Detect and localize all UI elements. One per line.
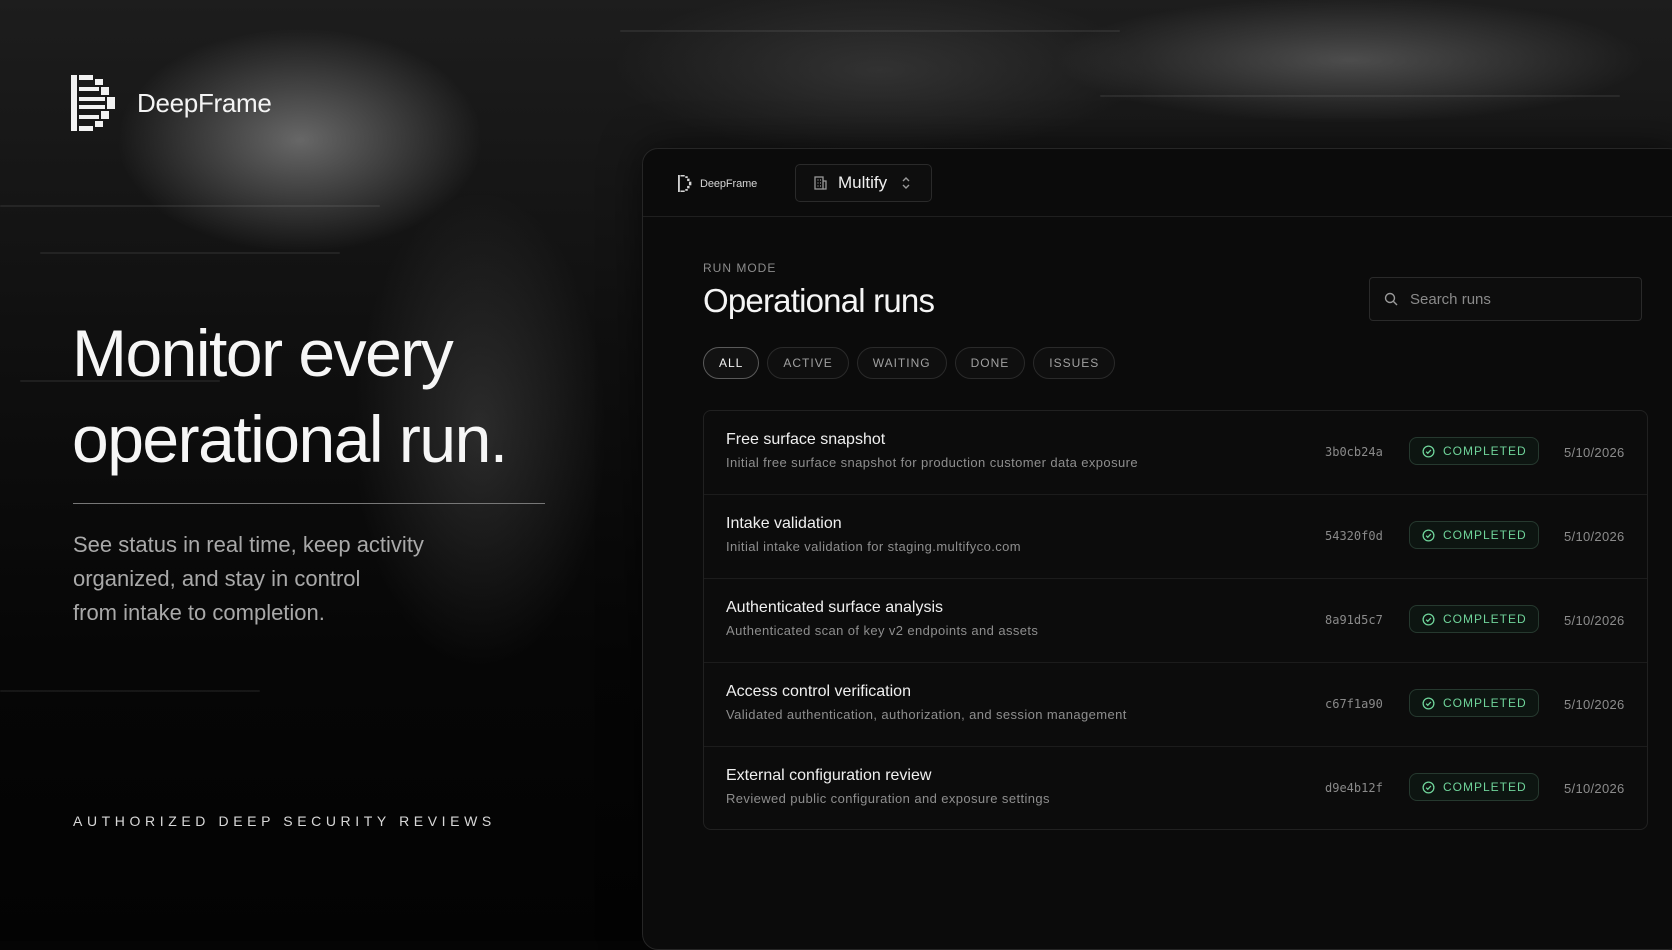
- hero-subcopy-line: from intake to completion.: [73, 600, 325, 625]
- run-row[interactable]: Authenticated surface analysis Authentic…: [704, 579, 1647, 663]
- hero-headline-line: operational run.: [72, 402, 508, 476]
- filter-active[interactable]: ACTIVE: [767, 347, 849, 379]
- run-title: Intake validation: [726, 515, 842, 532]
- status-badge: COMPLETED: [1409, 521, 1539, 549]
- check-circle-icon: [1422, 696, 1435, 710]
- run-hash: c67f1a90: [1325, 697, 1383, 711]
- run-description: Initial free surface snapshot for produc…: [726, 455, 1138, 470]
- hero-subcopy-line: See status in real time, keep activity: [73, 532, 424, 557]
- run-row[interactable]: Free surface snapshot Initial free surfa…: [704, 411, 1647, 495]
- run-row[interactable]: Intake validation Initial intake validat…: [704, 495, 1647, 579]
- deepframe-logo-icon: [71, 75, 115, 131]
- run-description: Authenticated scan of key v2 endpoints a…: [726, 623, 1039, 638]
- hero-headline-line: Monitor every: [72, 316, 454, 390]
- status-label: COMPLETED: [1443, 612, 1527, 626]
- brand-name: DeepFrame: [137, 87, 272, 118]
- app-topbar: DeepFrame Multify: [643, 149, 1672, 217]
- check-circle-icon: [1422, 528, 1435, 542]
- filter-waiting[interactable]: WAITING: [856, 347, 947, 379]
- status-label: COMPLETED: [1443, 528, 1527, 542]
- run-description: Initial intake validation for staging.mu…: [726, 539, 1021, 554]
- run-title: Authenticated surface analysis: [726, 599, 944, 616]
- page-title: Operational runs: [703, 282, 935, 319]
- status-label: COMPLETED: [1443, 780, 1527, 794]
- runs-list: Free surface snapshot Initial free surfa…: [703, 410, 1648, 830]
- hero-subcopy: See status in real time, keep activity o…: [73, 528, 513, 630]
- filter-done[interactable]: DONE: [954, 347, 1026, 379]
- brand: DeepFrame: [71, 75, 272, 131]
- workspace-switcher[interactable]: Multify: [795, 164, 932, 202]
- hero-headline: Monitor every operational run.: [72, 310, 592, 482]
- run-date: 5/10/2026: [1564, 529, 1625, 544]
- run-row[interactable]: Access control verification Validated au…: [704, 663, 1647, 747]
- run-title: Access control verification: [726, 683, 911, 700]
- run-hash: d9e4b12f: [1325, 781, 1383, 795]
- run-title: Free surface snapshot: [726, 431, 886, 448]
- search-input[interactable]: [1408, 289, 1632, 309]
- status-label: COMPLETED: [1443, 696, 1527, 710]
- run-date: 5/10/2026: [1564, 445, 1625, 460]
- building-icon: [814, 176, 827, 190]
- filter-tabs: ALL ACTIVE WAITING DONE ISSUES: [703, 347, 1116, 379]
- chevron-up-down-icon: [902, 177, 910, 189]
- app-window: DeepFrame Multify RUN MODE Operational r…: [642, 148, 1672, 950]
- filter-issues[interactable]: ISSUES: [1033, 347, 1116, 379]
- hero-subcopy-line: organized, and stay in control: [73, 566, 361, 591]
- filter-all[interactable]: ALL: [703, 347, 760, 379]
- run-title: External configuration review: [726, 767, 932, 784]
- search-icon: [1384, 292, 1398, 306]
- run-hash: 8a91d5c7: [1325, 613, 1383, 627]
- search-box[interactable]: [1369, 277, 1642, 321]
- run-hash: 54320f0d: [1325, 529, 1383, 543]
- check-circle-icon: [1422, 612, 1435, 626]
- app-brand-name: DeepFrame: [700, 177, 758, 190]
- run-date: 5/10/2026: [1564, 613, 1625, 628]
- app-brand[interactable]: DeepFrame: [678, 175, 757, 192]
- status-badge: COMPLETED: [1409, 689, 1539, 717]
- run-row[interactable]: External configuration review Reviewed p…: [704, 747, 1647, 829]
- deepframe-logo-icon: [678, 175, 692, 192]
- status-badge: COMPLETED: [1409, 605, 1539, 633]
- status-badge: COMPLETED: [1409, 773, 1539, 801]
- run-date: 5/10/2026: [1564, 697, 1625, 712]
- run-description: Validated authentication, authorization,…: [726, 707, 1127, 722]
- run-description: Reviewed public configuration and exposu…: [726, 791, 1050, 806]
- hero-divider: [73, 503, 545, 504]
- status-badge: COMPLETED: [1409, 437, 1539, 465]
- run-hash: 3b0cb24a: [1325, 445, 1383, 459]
- hero-tagline: AUTHORIZED DEEP SECURITY REVIEWS: [73, 813, 496, 829]
- workspace-name: Multify: [838, 173, 888, 192]
- check-circle-icon: [1422, 780, 1435, 794]
- check-circle-icon: [1422, 444, 1435, 458]
- page-eyebrow: RUN MODE: [703, 261, 777, 275]
- run-date: 5/10/2026: [1564, 781, 1625, 796]
- status-label: COMPLETED: [1443, 444, 1527, 458]
